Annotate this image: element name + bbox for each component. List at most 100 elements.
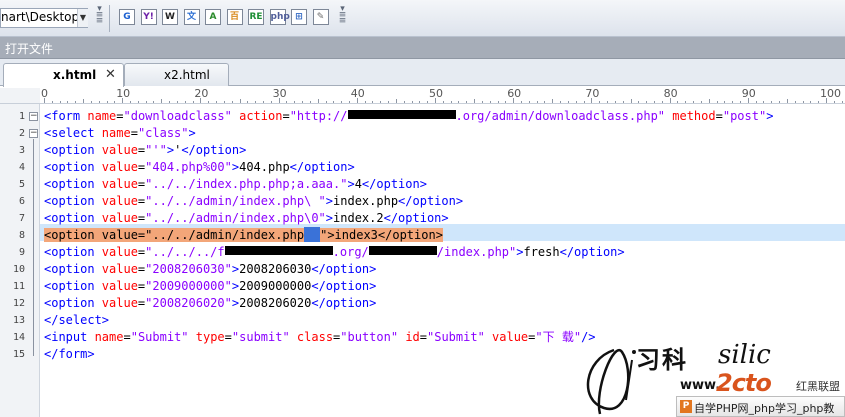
- ruler-tick: [771, 101, 773, 103]
- path-combobox[interactable]: nart\Desktop ▼: [0, 8, 88, 28]
- wikipedia-icon[interactable]: W: [162, 9, 178, 25]
- code-token: <option: [44, 262, 102, 276]
- code-line[interactable]: <option value="404.php%00">404.php</opti…: [44, 159, 355, 176]
- code-line[interactable]: <input name="Submit" type="submit" class…: [44, 329, 596, 346]
- yahoo-icon[interactable]: Y!: [140, 9, 157, 25]
- code-line[interactable]: <option value="2009000000">2009000000</o…: [44, 278, 376, 295]
- code-line[interactable]: <option value="2008206030">2008206030</o…: [44, 261, 376, 278]
- ruler-tick: [818, 101, 820, 103]
- ruler-tick: [528, 101, 530, 103]
- tab-label: x2.html: [164, 68, 210, 82]
- code-token: index.2: [333, 211, 384, 225]
- google-icon[interactable]: G: [119, 9, 135, 25]
- code-line[interactable]: <option value="'">'</option>: [44, 142, 246, 159]
- ruler-tick: [98, 101, 100, 103]
- code-token: "2008206030": [145, 262, 232, 276]
- code-token: </option>: [559, 245, 625, 259]
- code-line[interactable]: <select name="class">: [44, 125, 196, 142]
- code-line[interactable]: </select>: [44, 312, 109, 329]
- close-icon[interactable]: ✕: [105, 67, 116, 82]
- ruler-tick: [223, 101, 225, 103]
- ruler-tick: [497, 101, 499, 103]
- code-token: <option: [44, 296, 102, 310]
- ruler-tick: [75, 101, 77, 103]
- ruler-tick: [286, 101, 288, 103]
- code-token: <option: [44, 245, 102, 259]
- ruler-tick: [388, 101, 390, 103]
- code-token: "2008206020": [145, 296, 232, 310]
- ruler-tick: [489, 101, 491, 103]
- translate-icon[interactable]: 文: [183, 9, 200, 25]
- selection-caret: [304, 227, 321, 242]
- ruler-tick: [309, 101, 311, 103]
- code-line[interactable]: <option value="../../admin/index.php\0">…: [44, 210, 449, 227]
- code-line[interactable]: <option value="../../../f .org//index.php…: [44, 244, 625, 261]
- code-token: <option: [44, 143, 102, 157]
- ruler-label: 20: [194, 87, 209, 100]
- code-token: >: [231, 296, 240, 310]
- dictionary-icon[interactable]: A: [205, 9, 221, 25]
- ruler-tick: [419, 101, 421, 103]
- code-token: >: [325, 194, 334, 208]
- ruler-tick: [83, 99, 85, 103]
- ruler-tick: [560, 101, 562, 103]
- ruler-tick: [270, 101, 272, 103]
- code-token: </option>: [383, 211, 449, 225]
- code-token: value: [101, 177, 138, 191]
- tab-x-html[interactable]: x.html ✕: [3, 63, 124, 87]
- ruler-tick: [607, 101, 609, 103]
- code-token: </select>: [44, 313, 110, 327]
- code-token: "404.php%00": [145, 160, 232, 174]
- ruler-tick: [708, 99, 710, 103]
- code-line[interactable]: <option value="../../admin/index.php ">in…: [44, 227, 443, 244]
- ruler-tick: [755, 101, 757, 103]
- ruler-tick: [567, 101, 569, 103]
- ruler-label: 70: [585, 87, 600, 100]
- ruler-tick: [505, 101, 507, 103]
- code-token: 404.php: [239, 160, 290, 174]
- fold-minus-icon[interactable]: −: [29, 129, 38, 138]
- toolbar: nart\Desktop ▼ ▾ ≡ ≡ G Y! W 文 A 百 RE php ⊞ ✎ ▾ ≡ ≡: [0, 0, 845, 37]
- code-line[interactable]: </form>: [44, 346, 95, 363]
- ruler-tick: [716, 101, 718, 103]
- code-token: </option>: [311, 279, 377, 293]
- tab-x2-html[interactable]: x2.html: [124, 63, 229, 86]
- code-line[interactable]: <option value="../../index.php.php;a.aaa…: [44, 176, 427, 193]
- ruler-tick: [51, 101, 53, 103]
- toolbar-grip-icon[interactable]: ▾ ≡ ≡: [95, 5, 104, 32]
- code-line[interactable]: <option value="../../admin/index.php\ ">…: [44, 193, 463, 210]
- ruler-tick: [380, 101, 382, 103]
- code-line[interactable]: <form name="downloadclass" action="http:…: [44, 108, 773, 125]
- watermark-banner: P 自学PHP网_php学习_php教: [676, 396, 845, 417]
- ruler-label: 90: [741, 87, 756, 100]
- ruler-tick: [732, 101, 734, 103]
- code-token: </option>: [311, 262, 377, 276]
- ruler-label: 10: [116, 87, 131, 100]
- ruler-tick: [216, 101, 218, 103]
- php-icon[interactable]: php: [269, 9, 290, 25]
- regex-icon[interactable]: RE: [248, 9, 264, 25]
- ruler-tick: [442, 101, 444, 103]
- ruler-tick: [450, 101, 452, 103]
- windows-icon[interactable]: ⊞: [291, 9, 307, 25]
- code-token: </option>: [289, 160, 355, 174]
- ruler-tick: [786, 99, 788, 103]
- watermark-brand-cn: 红黑联盟: [796, 380, 840, 393]
- ruler-tick: [153, 101, 155, 103]
- code-token: >: [766, 109, 774, 123]
- chevron-down-icon[interactable]: ▼: [77, 9, 88, 27]
- watermark-brand: 2cto: [716, 369, 772, 397]
- tool-icon[interactable]: ✎: [312, 9, 329, 25]
- baidu-icon[interactable]: 百: [226, 9, 243, 25]
- code-token: </option>: [398, 194, 464, 208]
- code-token: ">index3</option>: [320, 228, 443, 242]
- ruler-label: 80: [663, 87, 678, 100]
- line-number: 12: [12, 298, 25, 309]
- ruler-tick: [802, 101, 804, 103]
- code-token: 2008206020: [239, 296, 312, 310]
- fold-minus-icon[interactable]: −: [29, 112, 38, 121]
- code-token: type: [195, 330, 225, 344]
- code-line[interactable]: <option value="2008206020">2008206020</o…: [44, 295, 376, 312]
- ruler-tick: [192, 101, 194, 103]
- toolbar-grip-icon[interactable]: ▾ ≡ ≡: [338, 5, 347, 32]
